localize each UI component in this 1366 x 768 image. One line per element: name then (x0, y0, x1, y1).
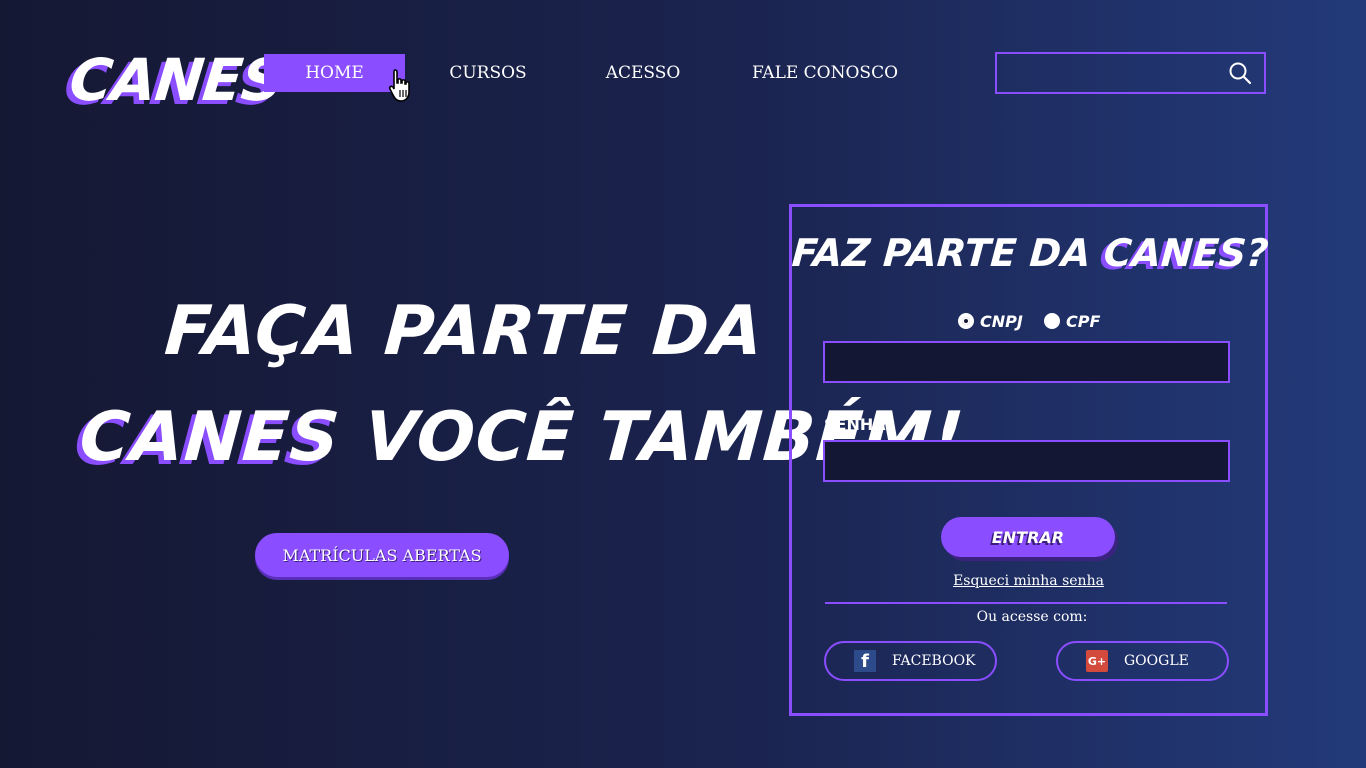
document-number-input[interactable] (823, 341, 1230, 383)
logo[interactable]: CANES (66, 46, 286, 114)
hero-brand-word: CANES (77, 398, 343, 477)
login-card: FAZ PARTE DA CANES? CNPJ CPF SENHA: ENTR… (789, 204, 1270, 716)
divider (825, 602, 1227, 604)
radio-cpf-label: CPF (1066, 311, 1101, 331)
radio-checked-icon[interactable] (958, 313, 974, 329)
nav-acesso[interactable]: ACESSO (596, 54, 690, 92)
radio-cpf[interactable]: CPF (1044, 311, 1100, 331)
google-plus-icon: G+ (1086, 650, 1108, 672)
facebook-icon: f (854, 650, 876, 672)
nav-cursos[interactable]: CURSOS (440, 54, 536, 92)
login-title-suffix: ? (1244, 231, 1270, 275)
hand-cursor-icon (388, 69, 410, 102)
radio-cnpj[interactable]: CNPJ (958, 311, 1023, 331)
radio-cnpj-label: CNPJ (980, 311, 1023, 331)
hero-heading-line1: FAÇA PARTE DA (162, 292, 767, 371)
search-box (995, 52, 1266, 94)
login-title-prefix: FAZ PARTE DA (790, 231, 1106, 275)
login-title: FAZ PARTE DA CANES? (790, 231, 1269, 275)
search-icon[interactable] (1228, 61, 1252, 85)
search-input[interactable] (997, 54, 1217, 92)
radio-unchecked-icon[interactable] (1044, 313, 1060, 329)
password-label: SENHA: (824, 415, 893, 434)
google-login-label: GOOGLE (1124, 653, 1189, 669)
facebook-login-button[interactable]: f FACEBOOK (824, 641, 997, 681)
nav-home[interactable]: HOME (264, 54, 405, 92)
forgot-password-link[interactable]: Esqueci minha senha (792, 573, 1265, 589)
login-submit-button[interactable]: ENTRAR (941, 517, 1115, 557)
nav-fale-conosco[interactable]: FALE CONOSCO (744, 54, 906, 92)
facebook-login-label: FACEBOOK (892, 653, 976, 669)
enrollment-button[interactable]: MATRÍCULAS ABERTAS (255, 533, 509, 577)
google-login-button[interactable]: G+ GOOGLE (1056, 641, 1229, 681)
login-title-brand: CANES (1102, 231, 1248, 275)
social-login-caption: Ou acesse com: (976, 609, 1088, 625)
password-input[interactable] (823, 440, 1230, 482)
